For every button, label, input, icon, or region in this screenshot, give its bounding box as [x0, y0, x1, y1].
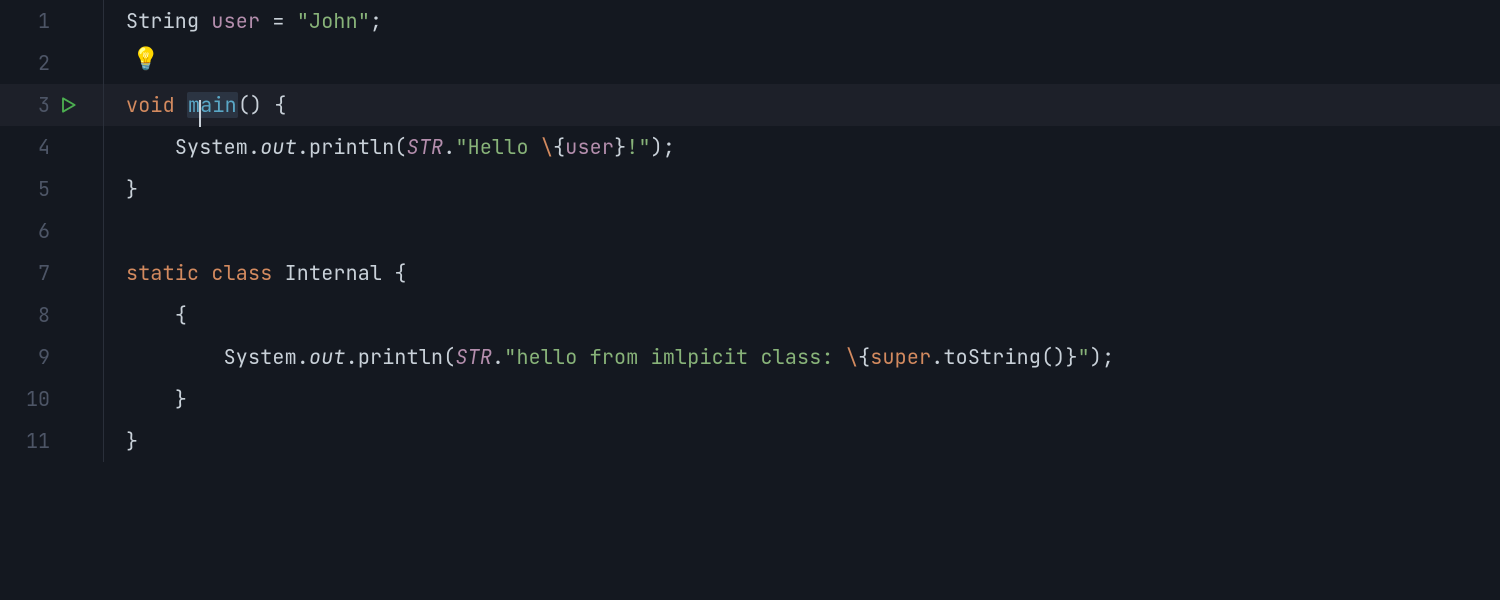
gutter: 2	[0, 42, 104, 84]
run-gutter-icon[interactable]	[58, 95, 78, 115]
keyword: void	[126, 92, 175, 118]
keyword: static	[126, 260, 199, 286]
space	[175, 92, 187, 118]
operator: =	[260, 8, 297, 34]
space	[382, 260, 394, 286]
line-number: 7	[0, 260, 50, 286]
punct: }	[614, 134, 626, 160]
code-content[interactable]: }	[104, 378, 187, 420]
code-content[interactable]: System.out.println(STR."Hello \{user}!")…	[104, 126, 675, 168]
line-number: 9	[0, 344, 50, 370]
line-number: 3	[0, 92, 50, 118]
punct: )	[1090, 344, 1102, 370]
punct: () {	[238, 92, 287, 118]
code-content[interactable]: }	[104, 168, 138, 210]
method-name-selected: main	[187, 92, 238, 118]
punct: {	[858, 344, 870, 370]
string-literal: !"	[626, 134, 650, 160]
escape: \	[846, 344, 858, 370]
code-content[interactable]: }	[104, 420, 138, 462]
gutter: 6	[0, 210, 104, 252]
indent	[126, 134, 175, 160]
keyword: super	[870, 344, 931, 370]
gutter: 9	[0, 336, 104, 378]
code-content[interactable]: System.out.println(STR."hello from imlpi…	[104, 336, 1114, 378]
field-italic: out	[260, 134, 297, 160]
gutter: 3	[0, 84, 104, 126]
space	[199, 260, 211, 286]
code-editor[interactable]: 💡 1 String user = "John"; 2 3 void main(…	[0, 0, 1500, 600]
keyword: class	[211, 260, 272, 286]
punct: }	[126, 176, 138, 202]
punct: {	[553, 134, 565, 160]
punct: ;	[370, 8, 382, 34]
code-line[interactable]: 5 }	[0, 168, 1500, 210]
code-line[interactable]: 6	[0, 210, 1500, 252]
code-content[interactable]: String user = "John";	[104, 0, 382, 42]
punct: }	[126, 428, 138, 454]
gutter: 4	[0, 126, 104, 168]
identifier: .println(	[297, 134, 407, 160]
escape: \	[541, 134, 553, 160]
identifier: user	[565, 134, 614, 160]
class-name: Internal	[285, 260, 383, 286]
code-line[interactable]: 10 }	[0, 378, 1500, 420]
identifier: System.	[175, 134, 260, 160]
string-literal: "John"	[297, 8, 370, 34]
indent	[126, 344, 224, 370]
punct: .	[443, 134, 455, 160]
indent	[126, 302, 175, 328]
punct: {	[394, 260, 406, 286]
identifier: .toString()	[931, 344, 1065, 370]
line-number: 11	[0, 428, 50, 454]
code-content[interactable]	[104, 42, 126, 84]
gutter: 7	[0, 252, 104, 294]
code-content[interactable]: static class Internal {	[104, 252, 407, 294]
line-number: 2	[0, 50, 50, 76]
identifier: System.	[224, 344, 309, 370]
code-content[interactable]: {	[104, 294, 187, 336]
space	[199, 8, 211, 34]
punct: {	[175, 302, 187, 328]
gutter: 10	[0, 378, 104, 420]
code-content[interactable]	[104, 210, 126, 252]
code-line[interactable]: 1 String user = "John";	[0, 0, 1500, 42]
string-literal: "	[1078, 344, 1090, 370]
code-line[interactable]: 7 static class Internal {	[0, 252, 1500, 294]
constant: STR	[455, 344, 492, 370]
code-line[interactable]: 11 }	[0, 420, 1500, 462]
constant: STR	[407, 134, 444, 160]
code-content[interactable]: void main() {	[104, 84, 287, 126]
gutter: 11	[0, 420, 104, 462]
code-line[interactable]: 2	[0, 42, 1500, 84]
line-number: 8	[0, 302, 50, 328]
punct: ;	[1102, 344, 1114, 370]
space	[272, 260, 284, 286]
punct: }	[175, 386, 187, 412]
gutter: 8	[0, 294, 104, 336]
line-number: 6	[0, 218, 50, 244]
gutter: 1	[0, 0, 104, 42]
code-line[interactable]: 4 System.out.println(STR."Hello \{user}!…	[0, 126, 1500, 168]
identifier: user	[211, 8, 260, 34]
indent	[126, 386, 175, 412]
string-literal: "Hello	[455, 134, 540, 160]
punct: }	[1065, 344, 1077, 370]
punct: )	[651, 134, 663, 160]
line-number: 1	[0, 8, 50, 34]
code-line[interactable]: 9 System.out.println(STR."hello from iml…	[0, 336, 1500, 378]
field-italic: out	[309, 344, 346, 370]
code-line-active[interactable]: 3 void main() {	[0, 84, 1500, 126]
string-literal: "hello from imlpicit class:	[504, 344, 846, 370]
code-line[interactable]: 8 {	[0, 294, 1500, 336]
lightbulb-icon[interactable]: 💡	[132, 44, 159, 73]
identifier: .println(	[346, 344, 456, 370]
line-number: 10	[0, 386, 50, 412]
gutter: 5	[0, 168, 104, 210]
punct: .	[492, 344, 504, 370]
type-token: String	[126, 8, 199, 34]
punct: ;	[663, 134, 675, 160]
line-number: 5	[0, 176, 50, 202]
line-number: 4	[0, 134, 50, 160]
